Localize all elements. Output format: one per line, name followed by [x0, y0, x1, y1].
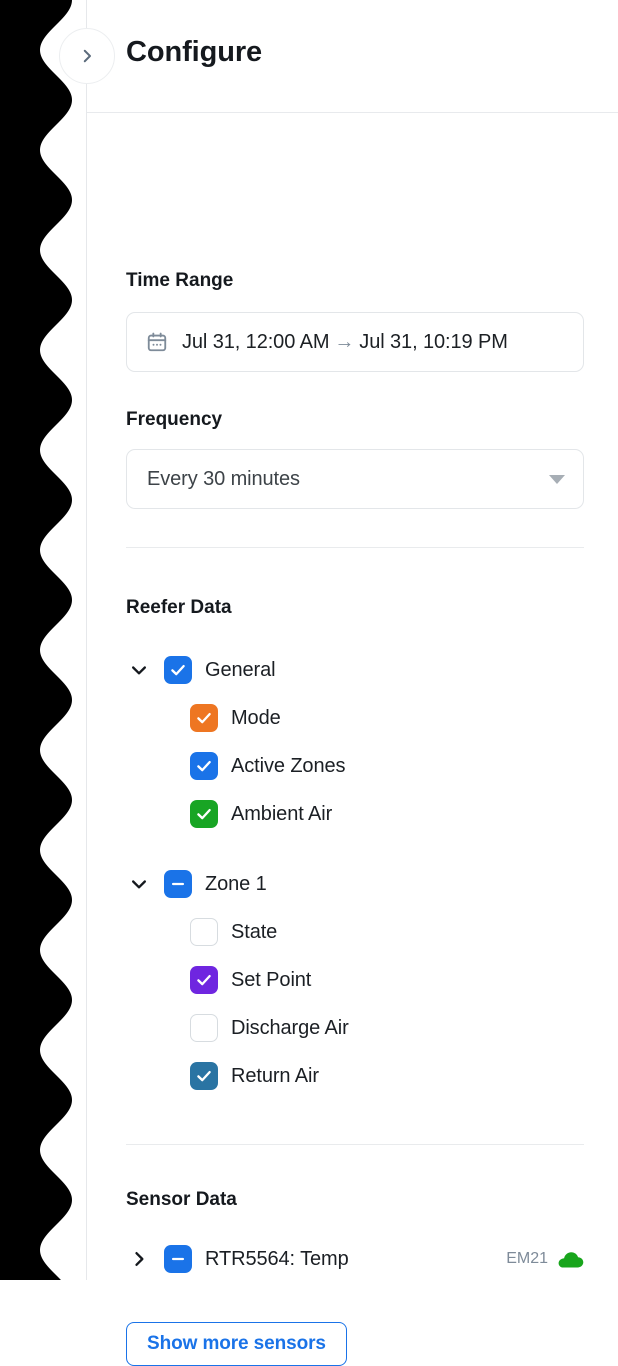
reefer-data-title: Reefer Data — [126, 597, 232, 618]
chevron-down-icon — [129, 874, 149, 894]
checkbox-checked[interactable] — [190, 966, 218, 994]
tree-item-label: RTR5564: Temp — [205, 1247, 349, 1270]
sensor-device-label: EM21 — [506, 1250, 548, 1267]
sensor-data-tree: RTR5564: Temp EM21 — [87, 1235, 618, 1283]
decorative-wave-edge — [0, 0, 72, 1280]
range-arrow-icon: → — [334, 330, 355, 353]
tree-item-label: Set Point — [231, 968, 312, 991]
checkbox-indeterminate[interactable] — [164, 870, 192, 898]
time-range-field[interactable]: Jul 31, 12:00 AM → Jul 31, 10:19 PM — [126, 312, 584, 372]
tree-twisty-toggle[interactable] — [126, 657, 152, 683]
tree-child-row[interactable]: Mode — [87, 694, 618, 742]
tree-twisty-toggle[interactable] — [126, 871, 152, 897]
tree-group: Zone 1 State Set Point Discharge Air Return … — [87, 860, 618, 1100]
tree-group-row[interactable]: Zone 1 — [87, 860, 618, 908]
checkbox-unchecked[interactable] — [190, 1014, 218, 1042]
chevron-right-icon — [78, 47, 96, 65]
time-range-start: Jul 31, 12:00 AM — [182, 330, 330, 353]
tree-group-row[interactable]: General — [87, 646, 618, 694]
tree-item-label: Return Air — [231, 1064, 319, 1087]
tree-child-row[interactable]: Ambient Air — [87, 790, 618, 838]
tree-item-label: Mode — [231, 706, 281, 729]
sensor-data-title: Sensor Data — [126, 1189, 237, 1210]
checkbox-indeterminate[interactable] — [164, 1245, 192, 1273]
checkbox-unchecked[interactable] — [190, 918, 218, 946]
tree-twisty-toggle[interactable] — [126, 1246, 152, 1272]
tree-child-row[interactable]: Discharge Air — [87, 1004, 618, 1052]
frequency-label: Frequency — [126, 409, 223, 430]
checkbox-checked[interactable] — [190, 800, 218, 828]
time-range-end: Jul 31, 10:19 PM — [359, 330, 508, 353]
tree-group-row[interactable]: RTR5564: Temp EM21 — [87, 1235, 618, 1283]
page-title: Configure — [126, 36, 263, 68]
tree-child-row[interactable]: Set Point — [87, 956, 618, 1004]
tree-item-label: Zone 1 — [205, 872, 267, 895]
tree-child-row[interactable]: Active Zones — [87, 742, 618, 790]
tree-child-row[interactable]: Return Air — [87, 1052, 618, 1100]
chevron-down-icon — [129, 660, 149, 680]
tree-group: General Mode Active Zones Ambient Air — [87, 646, 618, 838]
tree-item-label: Ambient Air — [231, 802, 333, 825]
section-divider — [126, 547, 584, 548]
reefer-data-tree: General Mode Active Zones Ambient Air Zone 1… — [87, 646, 618, 1100]
checkbox-checked[interactable] — [190, 752, 218, 780]
row-meta: EM21 — [506, 1249, 584, 1269]
collapse-panel-button[interactable] — [59, 28, 115, 84]
checkbox-checked[interactable] — [190, 1062, 218, 1090]
checkbox-checked[interactable] — [190, 704, 218, 732]
chevron-right-icon — [129, 1249, 149, 1269]
tree-item-label: State — [231, 920, 278, 943]
section-divider — [126, 1144, 584, 1145]
checkbox-checked[interactable] — [164, 656, 192, 684]
configure-panel: Configure Time Range Jul 31, 12:00 AM → Ju… — [59, 0, 618, 1366]
time-range-value: Jul 31, 12:00 AM → Jul 31, 10:19 PM — [182, 331, 508, 354]
time-range-label: Time Range — [126, 270, 234, 291]
tree-item-label: Discharge Air — [231, 1016, 349, 1039]
tree-item-label: Active Zones — [231, 754, 346, 777]
frequency-select[interactable]: Every 30 minutes — [126, 449, 584, 509]
chevron-down-icon — [549, 474, 565, 484]
panel-header: Configure — [59, 0, 618, 113]
show-more-sensors-button[interactable]: Show more sensors — [126, 1322, 347, 1366]
tree-item-label: General — [205, 658, 276, 681]
frequency-value: Every 30 minutes — [147, 467, 300, 490]
cloud-icon — [558, 1249, 584, 1269]
calendar-icon — [146, 331, 168, 353]
tree-child-row[interactable]: State — [87, 908, 618, 956]
